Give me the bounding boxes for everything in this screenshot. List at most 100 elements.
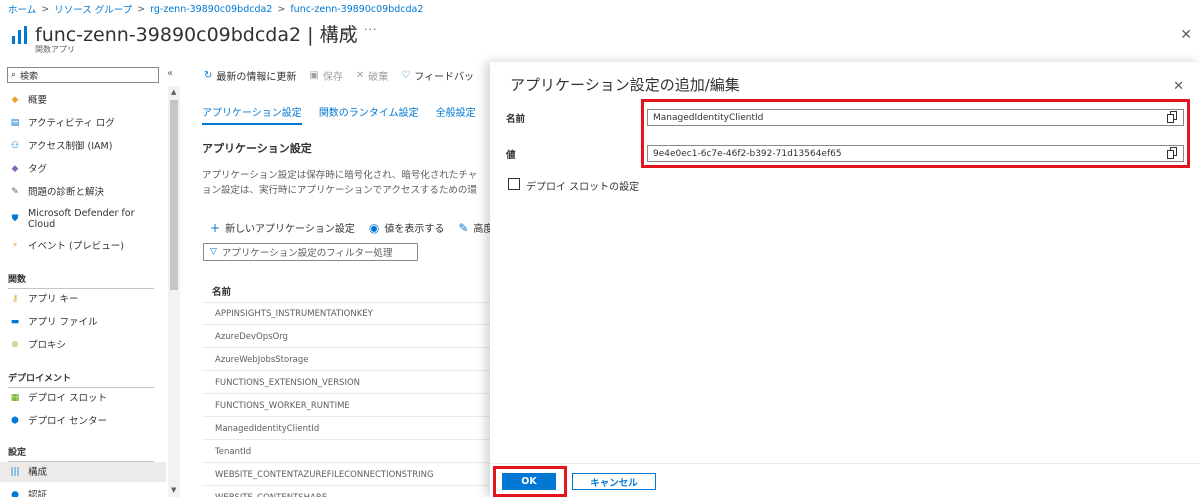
advanced-label: 高度	[473, 224, 490, 235]
sidebar-item-label: Microsoft Defender for Cloud	[28, 208, 135, 230]
heart-icon: ♡	[401, 70, 411, 81]
sidebar-item-label: 認証	[28, 489, 48, 497]
sidebar-item-activity-log[interactable]: ▤ アクティビティ ログ	[0, 113, 166, 133]
plus-icon: +	[210, 220, 221, 235]
sidebar-item-configuration[interactable]: ||| 構成	[0, 462, 166, 482]
edit-setting-panel: アプリケーション設定の追加/編集 ✕ 名前 値 ManagedIdentityC…	[490, 62, 1200, 497]
discard-icon: ✕	[355, 70, 365, 81]
sidebar-item-event[interactable]: ⚡ イベント (プレビュー)	[0, 236, 166, 256]
panel-title: アプリケーション設定の追加/編集	[510, 76, 740, 94]
section-description: アプリケーション設定は保存時に暗号化され、暗号化されたチャ ョン設定は、実行時に…	[202, 168, 490, 198]
nav-section-settings: 設定	[8, 448, 27, 458]
tab-runtime-settings[interactable]: 関数のランタイム設定	[319, 104, 419, 125]
scroll-up-icon[interactable]: ▲	[171, 88, 176, 96]
tab-application-settings[interactable]: アプリケーション設定	[202, 104, 302, 125]
feedback-label: フィードバッ	[414, 72, 475, 83]
divider	[490, 463, 1200, 464]
table-row[interactable]: WEBSITE_CONTENTSHARE	[202, 487, 490, 497]
sidebar-item-auth[interactable]: ● 認証	[0, 485, 166, 497]
scroll-down-icon[interactable]: ▼	[171, 486, 176, 494]
filter-placeholder: アプリケーション設定のフィルター処理	[221, 248, 393, 259]
deployment-center-icon: ⬢	[11, 416, 19, 426]
sidebar-item-app-files[interactable]: ▬ アプリ ファイル	[0, 312, 166, 332]
table-row[interactable]: APPINSIGHTS_INSTRUMENTATIONKEY	[202, 303, 490, 325]
sidebar-search-input[interactable]: ⌕ 検索	[7, 67, 159, 83]
discard-button[interactable]: ✕ 破棄	[356, 68, 388, 83]
sidebar-item-label: アプリ キー	[28, 293, 79, 305]
new-setting-button[interactable]: + 新しいアプリケーション設定	[210, 220, 355, 236]
slot-setting-checkbox[interactable]	[508, 178, 520, 190]
search-placeholder: 検索	[20, 71, 39, 82]
cancel-button[interactable]: キャンセル	[572, 473, 656, 490]
slot-setting-label: デプロイ スロットの設定	[526, 182, 640, 193]
copy-icon[interactable]	[1167, 147, 1179, 160]
tab-bar: アプリケーション設定 関数のランタイム設定 全般設定	[202, 104, 476, 125]
pencil-icon: ✎	[458, 220, 469, 235]
eye-icon: ◉	[368, 220, 380, 235]
breadcrumb: ホーム > リソース グループ > rg-zenn-39890c09bdcda2…	[8, 2, 423, 17]
filter-icon: ▽	[210, 247, 217, 257]
sidebar-item-iam[interactable]: ⚇ アクセス制御 (IAM)	[0, 136, 166, 156]
tab-general-settings[interactable]: 全般設定	[436, 104, 476, 125]
table-row[interactable]: WEBSITE_CONTENTAZUREFILECONNECTIONSTRING	[202, 464, 490, 486]
column-header-name[interactable]: 名前	[212, 284, 231, 298]
sidebar-item-deployment-slot[interactable]: ▦ デプロイ スロット	[0, 388, 166, 408]
new-setting-label: 新しいアプリケーション設定	[225, 224, 355, 235]
value-input[interactable]: 9e4e0ec1-6c7e-46f2-b392-71d13564ef65	[647, 145, 1184, 162]
value-label: 値	[506, 150, 516, 161]
copy-icon[interactable]	[1167, 111, 1179, 124]
sidebar-item-tag[interactable]: ◆ タグ	[0, 159, 166, 179]
favorite-star-icon[interactable]: ☆	[341, 25, 352, 39]
table-row[interactable]: AzureDevOpsOrg	[202, 326, 490, 348]
breadcrumb-resource-group[interactable]: rg-zenn-39890c09bdcda2	[150, 4, 272, 15]
configuration-icon: |||	[10, 467, 20, 477]
sidebar-item-wrench[interactable]: ✎ 問題の診断と解決	[0, 182, 166, 202]
table-row[interactable]: FUNCTIONS_EXTENSION_VERSION	[202, 372, 490, 394]
description-line: ョン設定は、実行時にアプリケーションでアクセスするための環	[202, 185, 477, 196]
sidebar-item-label: アクセス制御 (IAM)	[28, 140, 113, 152]
sidebar-item-label: アクティビティ ログ	[28, 117, 115, 129]
key-icon: ⚷	[11, 294, 19, 304]
collapse-sidebar-icon[interactable]: «	[167, 68, 173, 79]
refresh-icon: ↻	[204, 70, 213, 81]
more-options-icon[interactable]: ···	[364, 23, 378, 36]
table-row[interactable]: AzureWebJobsStorage	[202, 349, 490, 371]
ok-button[interactable]: OK	[502, 473, 556, 490]
sidebar-item-label: デプロイ スロット	[28, 392, 108, 404]
table-row[interactable]: FUNCTIONS_WORKER_RUNTIME	[202, 395, 490, 417]
save-label: 保存	[322, 72, 343, 83]
activity-log-icon: ▤	[10, 118, 20, 128]
sidebar: ⌕ 検索 « ▲ ▼ ◆ 概要 ▤ アクティビティ ログ ⚇ アクセス制御 (IAM) ◆ タ…	[0, 62, 182, 497]
breadcrumb-resource-groups[interactable]: リソース グループ	[54, 2, 132, 16]
advanced-edit-button[interactable]: ✎ 高度	[458, 220, 490, 236]
refresh-button[interactable]: ↻ 最新の情報に更新	[204, 68, 296, 83]
close-icon[interactable]: ✕	[1180, 27, 1192, 43]
name-label: 名前	[506, 114, 526, 125]
sidebar-item-key[interactable]: ⚷ アプリ キー	[0, 289, 166, 309]
table-row[interactable]: ManagedIdentityClientId	[202, 418, 490, 440]
breadcrumb-function-app[interactable]: func-zenn-39890c09bdcda2	[290, 4, 423, 15]
close-panel-icon[interactable]: ✕	[1173, 79, 1184, 94]
name-input[interactable]: ManagedIdentityClientId	[647, 109, 1184, 126]
event-icon: ⚡	[11, 241, 19, 251]
breadcrumb-home[interactable]: ホーム	[8, 2, 36, 16]
filter-input[interactable]: ▽ アプリケーション設定のフィルター処理	[203, 243, 418, 261]
sidebar-item-overview[interactable]: ◆ 概要	[0, 90, 166, 110]
scrollbar-thumb[interactable]	[170, 100, 178, 290]
refresh-label: 最新の情報に更新	[216, 72, 297, 83]
show-values-button[interactable]: ◉ 値を表示する	[368, 220, 444, 236]
sidebar-item-label: 問題の診断と解決	[28, 186, 105, 198]
sidebar-item-proxy[interactable]: ⊕ プロキシ	[0, 335, 166, 355]
overview-icon: ◆	[11, 95, 19, 105]
function-app-icon	[12, 26, 32, 44]
discard-label: 破棄	[368, 72, 389, 83]
save-button[interactable]: ▣ 保存	[309, 68, 342, 83]
sidebar-item-label: タグ	[28, 163, 48, 175]
feedback-button[interactable]: ♡ フィードバッ	[401, 68, 474, 83]
defender-icon: ⛊	[11, 214, 19, 224]
tag-icon: ◆	[11, 164, 19, 174]
page-subtitle: 関数アプリ	[35, 45, 75, 54]
table-row[interactable]: TenantId	[202, 441, 490, 463]
sidebar-item-deployment-center[interactable]: ⬢ デプロイ センター	[0, 411, 166, 431]
sidebar-item-defender[interactable]: ⛊ Microsoft Defender for Cloud	[0, 206, 166, 232]
